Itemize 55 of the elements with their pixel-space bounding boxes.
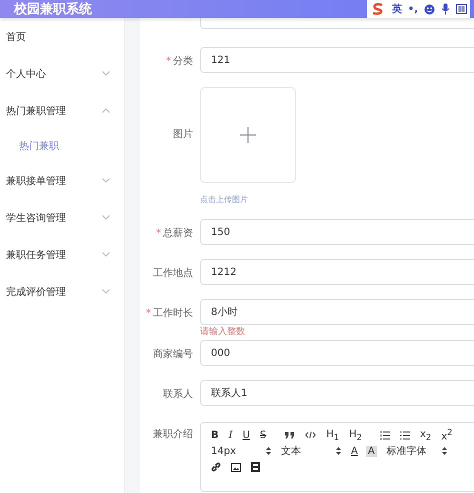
menu-item[interactable]: 学生咨询管理 bbox=[0, 199, 124, 236]
dropdown[interactable]: 文本 bbox=[281, 444, 341, 458]
input-field[interactable]: 000 bbox=[200, 340, 474, 366]
updown-caret-icon bbox=[336, 447, 341, 455]
font-color-button[interactable]: A bbox=[351, 446, 358, 456]
underline-button[interactable]: U bbox=[242, 430, 250, 440]
input-field[interactable]: 8小时 bbox=[200, 299, 474, 325]
input-field[interactable]: 150 bbox=[200, 219, 474, 245]
microphone-icon[interactable] bbox=[441, 3, 450, 15]
dropdown[interactable]: 14px bbox=[211, 446, 271, 456]
video-icon[interactable] bbox=[251, 462, 260, 472]
keyboard-icon[interactable] bbox=[456, 4, 467, 14]
field-label: 工作地点 bbox=[153, 266, 193, 281]
ordered-list-icon[interactable] bbox=[380, 430, 390, 440]
format-button[interactable]: x$^{2}$ bbox=[441, 427, 452, 443]
plus-icon bbox=[240, 127, 256, 143]
link-icon[interactable] bbox=[211, 462, 221, 472]
ime-language[interactable]: 英 bbox=[392, 2, 402, 16]
field-label: 联系人 bbox=[163, 388, 193, 402]
menu-item[interactable]: 兼职任务管理 bbox=[0, 236, 124, 273]
updown-caret-icon bbox=[442, 447, 447, 455]
menu-item[interactable]: 兼职接单管理 bbox=[0, 162, 124, 199]
updown-caret-icon bbox=[266, 447, 271, 455]
field-label: 兼职介绍 bbox=[153, 428, 193, 442]
strikethrough-button[interactable]: S bbox=[260, 430, 266, 440]
input-field[interactable] bbox=[200, 18, 474, 29]
upload-hint: 点击上传图片 bbox=[200, 194, 249, 205]
submenu-item[interactable]: 热门兼职 bbox=[0, 129, 124, 162]
code-icon[interactable] bbox=[305, 431, 316, 439]
menu-item[interactable]: 热门兼职管理 bbox=[0, 92, 124, 129]
field-label: * 总薪资 bbox=[156, 226, 193, 241]
field-label: 图片 bbox=[173, 128, 193, 142]
format-button[interactable]: H$_{1}$ bbox=[326, 428, 340, 442]
quote-icon[interactable] bbox=[284, 431, 296, 439]
input-field[interactable]: 1212 bbox=[200, 259, 474, 285]
italic-button[interactable]: I bbox=[228, 430, 233, 440]
field-label: 商家编号 bbox=[153, 348, 193, 362]
smiley-icon[interactable] bbox=[424, 4, 435, 14]
dropdown[interactable]: 标准字体 bbox=[386, 444, 447, 458]
field-label: * 工作时长 bbox=[146, 306, 193, 321]
bullet-list-icon[interactable] bbox=[400, 430, 410, 440]
menu-item[interactable]: 首页 bbox=[0, 18, 124, 55]
field-label: * 分类 bbox=[166, 54, 193, 69]
menu-item[interactable]: 个人中心 bbox=[0, 55, 124, 92]
app-title: 校园兼职系统 bbox=[14, 0, 92, 18]
format-button[interactable]: x$_{2}$ bbox=[420, 428, 432, 442]
bold-button[interactable]: B bbox=[211, 430, 219, 440]
input-field[interactable]: 联系人1 bbox=[200, 380, 474, 406]
format-button[interactable]: H$_{2}$ bbox=[349, 428, 362, 442]
menu-item[interactable]: 完成评价管理 bbox=[0, 273, 124, 310]
ime-punctuation[interactable]: •, bbox=[408, 4, 418, 14]
error-message: 请输入整数 bbox=[200, 326, 246, 339]
input-field[interactable]: 121 bbox=[200, 47, 474, 73]
image-icon[interactable] bbox=[231, 462, 241, 472]
background-color-button[interactable]: A bbox=[366, 446, 377, 456]
